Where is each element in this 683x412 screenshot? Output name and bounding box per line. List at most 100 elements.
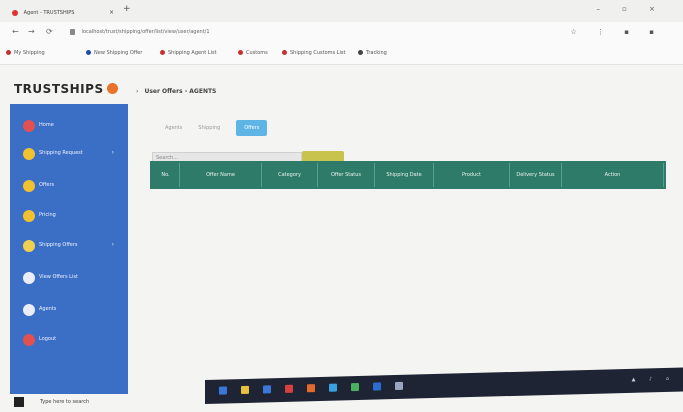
breadcrumb-arrow-icon: ›: [136, 88, 139, 95]
reload-button[interactable]: ⟳: [46, 27, 53, 36]
bookmark-favicon-icon: [86, 50, 91, 55]
window-controls[interactable]: – ▫ ×: [596, 5, 665, 13]
sidebar-item-label: View Offers List: [39, 274, 78, 280]
sidebar-item-label: Home: [39, 122, 54, 128]
bookmark-favicon-icon: [160, 50, 165, 55]
back-button[interactable]: ←: [12, 27, 19, 36]
bookmark-favicon-icon: [282, 50, 287, 55]
lock-icon: [70, 28, 75, 35]
sidebar: Home Shipping Request › Offers Pricing Shippi…: [10, 104, 128, 394]
taskbar-app-icon[interactable]: [329, 383, 337, 392]
column-header-label: No.: [161, 172, 170, 178]
bookmark-item[interactable]: Shipping Customs List: [282, 50, 346, 56]
bookmark-item[interactable]: Customs: [238, 50, 268, 56]
column-header-label: Shipping Date: [386, 172, 422, 178]
column-header[interactable]: Offer Name: [180, 163, 262, 187]
column-header[interactable]: Action: [562, 163, 664, 187]
bookmark-favicon-icon: [238, 50, 243, 55]
sidebar-item[interactable]: Logout: [10, 330, 128, 352]
bookmarks-bar: My Shipping New Shipping Offer Shipping Ag…: [0, 44, 683, 65]
column-header-label: Product: [462, 172, 481, 178]
bookmark-label: New Shipping Offer: [94, 50, 143, 56]
taskbar-app-icon[interactable]: [263, 385, 271, 394]
bookmark-label: My Shipping: [14, 50, 45, 56]
sidebar-item[interactable]: Shipping Request ›: [10, 144, 128, 166]
sidebar-item-label: Shipping Offers: [39, 242, 78, 248]
app-logo[interactable]: TRUSTSHIPS: [14, 82, 118, 96]
os-search-area: Type here to search: [10, 394, 160, 412]
column-header-label: Offer Name: [206, 172, 235, 178]
system-tray[interactable]: ▲ ♪ ⌂: [632, 376, 675, 383]
column-header[interactable]: Product: [434, 163, 510, 187]
taskbar-app-icon[interactable]: [241, 385, 249, 395]
tab-close-icon[interactable]: ×: [109, 6, 114, 20]
folder-icon: [23, 180, 35, 192]
taskbar-app-icon[interactable]: [219, 386, 227, 395]
column-header[interactable]: Delivery Status: [510, 163, 562, 187]
table-header: No. Offer Name Category Offer Status Shippin…: [150, 161, 666, 189]
taskbar-app-icon[interactable]: [395, 381, 403, 391]
sidebar-item[interactable]: Agents: [10, 300, 128, 322]
logo-mascot-icon: [106, 83, 118, 94]
bookmark-label: Customs: [246, 50, 268, 56]
sidebar-item-label: Logout: [39, 336, 57, 342]
filter-tab[interactable]: Agents: [165, 125, 182, 131]
folder-icon: [23, 148, 35, 160]
logout-icon: [23, 334, 35, 346]
bookmark-favicon-icon: [6, 50, 11, 55]
taskbar-app-icon[interactable]: [351, 382, 359, 392]
column-header[interactable]: Offer Status: [318, 163, 375, 187]
sidebar-item[interactable]: Home: [10, 116, 128, 138]
list-icon: [23, 272, 35, 284]
sidebar-item-label: Pricing: [39, 212, 56, 218]
new-tab-button[interactable]: +: [123, 4, 131, 14]
column-header-label: Action: [604, 172, 621, 178]
bookmark-item[interactable]: Shipping Agent List: [160, 50, 217, 56]
column-header-label: Delivery Status: [516, 172, 555, 178]
sidebar-item-label: Agents: [39, 306, 57, 312]
sidebar-item[interactable]: Offers: [10, 176, 128, 198]
browser-tab[interactable]: Agent - TRUSTSHIPS ×: [12, 6, 120, 20]
tab-title: Agent - TRUSTSHIPS: [23, 10, 75, 16]
chevron-right-icon: ›: [111, 241, 114, 248]
bookmark-favicon-icon: [358, 50, 363, 55]
taskbar-app-icon[interactable]: [285, 384, 293, 393]
browser-extension-icons[interactable]: ☆ ⋮ ▪ ▪: [571, 28, 663, 36]
document-icon: [23, 240, 35, 252]
os-search-input[interactable]: Type here to search: [40, 399, 89, 405]
forward-button[interactable]: →: [28, 27, 35, 36]
column-header[interactable]: Shipping Date: [375, 163, 434, 187]
favicon-icon: [12, 9, 18, 16]
bookmark-label: Shipping Customs List: [290, 50, 346, 56]
folder-icon: [23, 210, 35, 222]
taskbar-app-icon[interactable]: [373, 382, 381, 391]
column-header[interactable]: No.: [152, 163, 180, 187]
column-header-label: Category: [278, 172, 301, 178]
filter-tab[interactable]: Offers: [236, 119, 268, 136]
browser-tab-strip: Agent - TRUSTSHIPS × + – ▫ ×: [0, 0, 683, 22]
sidebar-item[interactable]: View Offers List: [10, 268, 128, 290]
breadcrumb-text: User Offers - AGENTS: [144, 88, 217, 95]
filter-tab[interactable]: Shipping: [198, 125, 220, 131]
bookmark-item[interactable]: New Shipping Offer: [86, 50, 142, 56]
taskbar-app-icon[interactable]: [307, 384, 315, 393]
url-text: localhost/trust/shipping/offer/list/view…: [81, 29, 210, 35]
address-bar[interactable]: localhost/trust/shipping/offer/list/view…: [70, 26, 590, 38]
bookmark-item[interactable]: Tracking: [358, 50, 387, 56]
breadcrumb: › User Offers - AGENTS: [136, 88, 216, 95]
document-icon: [23, 304, 35, 316]
filter-tabs: Agents Shipping Offers: [165, 117, 283, 136]
browser-toolbar: ← → ⟳ localhost/trust/shipping/offer/lis…: [0, 22, 683, 44]
app-logo-text: TRUSTSHIPS: [14, 82, 104, 96]
bookmark-item[interactable]: My Shipping: [6, 50, 45, 56]
sidebar-item[interactable]: Shipping Offers ›: [10, 236, 128, 258]
column-header[interactable]: Category: [262, 163, 318, 187]
column-header-label: Offer Status: [330, 172, 362, 178]
sidebar-item[interactable]: Pricing: [10, 206, 128, 228]
taskbar: ▲ ♪ ⌂: [205, 367, 683, 404]
chevron-right-icon: ›: [111, 149, 114, 156]
bookmark-label: Tracking: [366, 50, 387, 56]
sidebar-item-label: Offers: [39, 182, 55, 188]
windows-start-icon[interactable]: [14, 397, 24, 407]
sidebar-item-label: Shipping Request: [39, 150, 83, 156]
